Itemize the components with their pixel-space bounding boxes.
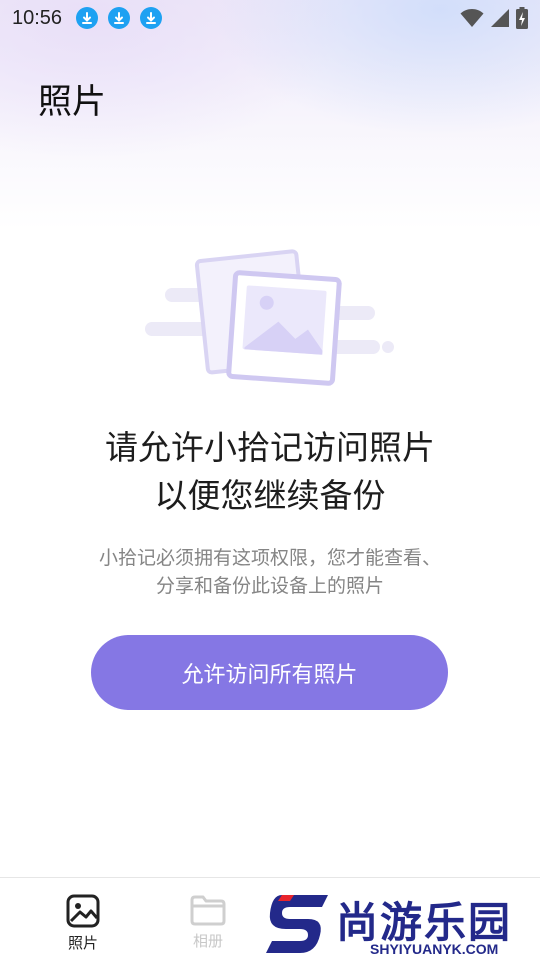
permission-headline: 请允许小拾记访问照片 以便您继续备份 <box>0 424 540 520</box>
nav-label-albums: 相册 <box>192 932 223 950</box>
folder-icon <box>190 895 226 926</box>
nav-item-albums[interactable]: 相册 <box>153 878 263 960</box>
description-line-1: 小拾记必须拥有这项权限，您才能查看、 <box>98 547 441 569</box>
watermark-s-logo <box>266 895 328 953</box>
nav-label-photos: 照片 <box>67 934 98 952</box>
permission-description: 小拾记必须拥有这项权限，您才能查看、 分享和备份此设备上的照片 <box>0 544 540 600</box>
status-right-icons <box>460 7 528 29</box>
nav-item-photos[interactable]: 照片 <box>28 878 138 960</box>
wifi-icon <box>460 9 484 27</box>
status-time: 10:56 <box>12 6 63 29</box>
battery-charging-icon <box>516 7 528 29</box>
headline-line-1: 请允许小拾记访问照片 <box>105 428 435 467</box>
bottom-nav: 照片 相册 尚游乐园 SHYIYUANYK.COM <box>0 877 540 960</box>
signal-icon <box>491 9 509 27</box>
status-bar: 10:56 <box>0 0 540 36</box>
site-watermark: 尚游乐园 SHYIYUANYK.COM <box>258 887 540 960</box>
headline-line-2: 以便您继续备份 <box>154 476 386 515</box>
download-icon <box>108 7 131 29</box>
image-icon <box>66 894 100 928</box>
allow-all-photos-button[interactable]: 允许访问所有照片 <box>91 635 448 710</box>
page-title: 照片 <box>38 82 106 122</box>
download-icon <box>140 7 163 29</box>
watermark-name-en: SHYIYUANYK.COM <box>370 941 499 957</box>
notification-icons <box>76 7 163 29</box>
photos-illustration <box>140 240 400 390</box>
download-icon <box>76 7 99 29</box>
description-line-2: 分享和备份此设备上的照片 <box>155 575 384 597</box>
